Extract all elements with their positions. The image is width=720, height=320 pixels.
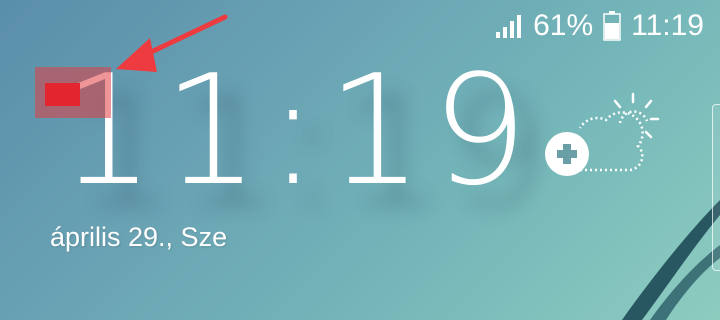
signal-bars-icon — [495, 13, 523, 39]
weather-widget[interactable] — [540, 88, 670, 188]
battery-icon — [603, 11, 621, 41]
status-time: 11:19 — [631, 9, 704, 42]
battery-percent: 61% — [533, 9, 594, 42]
partly-sunny-icon — [545, 92, 660, 176]
status-bar: 61% 11:19 — [495, 8, 704, 44]
annotation-highlight-bar — [45, 83, 80, 106]
lock-screen-clock: 11:19 — [58, 42, 537, 219]
lock-screen-date: április 29., Sze — [50, 222, 228, 252]
edge-panel-handle[interactable] — [712, 104, 720, 271]
plus-icon — [545, 132, 589, 176]
